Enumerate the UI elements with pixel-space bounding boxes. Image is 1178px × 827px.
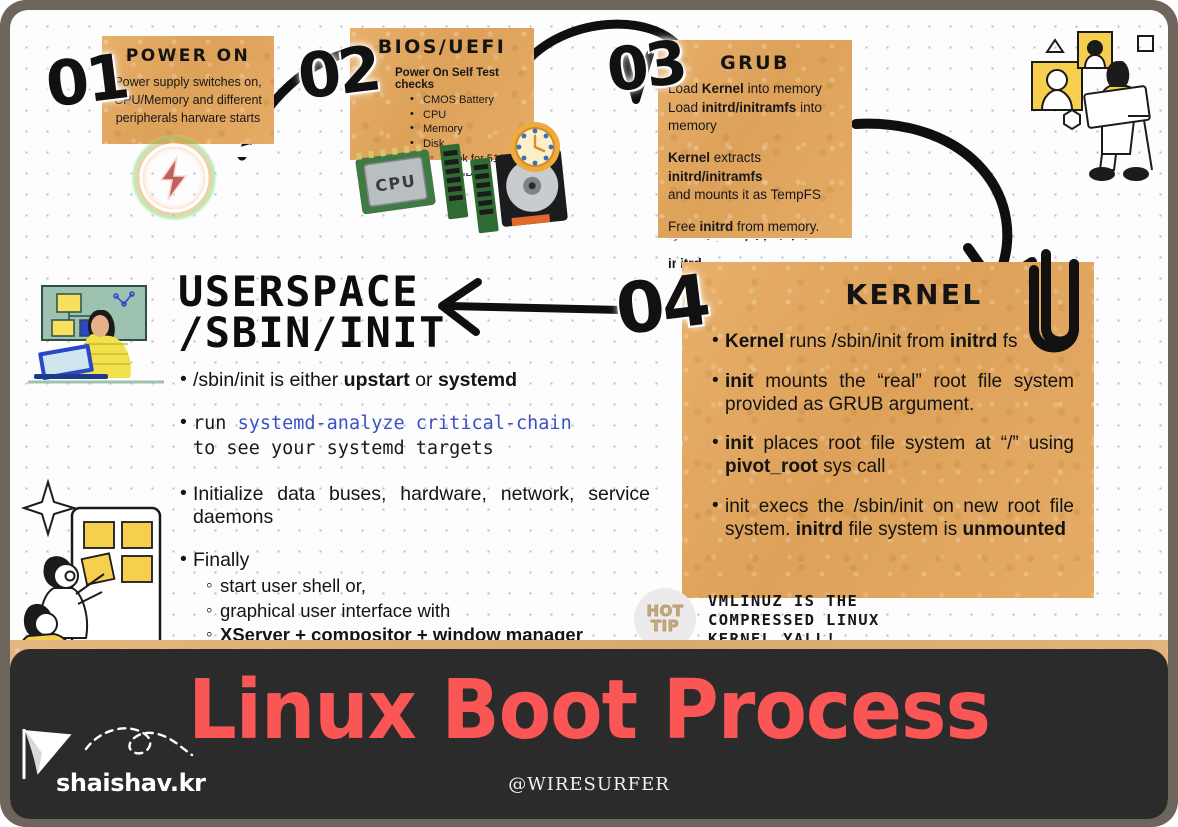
- list-item: /sbin/init is either upstart or systemd: [178, 368, 656, 393]
- userspace-b2-line2: to see your systemd targets: [193, 438, 494, 460]
- list-item: init execs the /sbin/init on new root fi…: [710, 495, 1074, 542]
- woman-at-laptop-illustration: [28, 285, 164, 384]
- bios-title: BIOS/UEFI: [377, 36, 507, 58]
- userspace-b2-command: systemd-analyze critical-chain: [237, 413, 572, 435]
- paperclip-icon: [1029, 249, 1079, 353]
- userspace-b1-systemd: systemd: [437, 369, 518, 392]
- poster-root: POWER ON Power supply switches on, CPU/M…: [0, 0, 1178, 827]
- grub-title: GRUB: [720, 52, 790, 74]
- kernel-bullet-list: Kernel runs /sbin/init from initrd fs in…: [710, 330, 1074, 542]
- list-item: init places root file system at “/” usin…: [710, 432, 1074, 479]
- brand-name: shaishav.kr: [56, 769, 206, 797]
- userspace-title-line-2: /SBIN/INIT: [178, 307, 446, 357]
- cpu-chip-icon: CPU: [355, 143, 436, 215]
- hot-tip-line-1: VMLINUZ IS THE: [708, 592, 859, 610]
- power-on-line-1: Power supply switches on,: [114, 75, 262, 89]
- list-item: CMOS Battery: [408, 92, 534, 108]
- grub-line-5: Free initrd from memory.: [668, 218, 820, 234]
- hot-tip-line-2: COMPRESSED LINUX: [708, 610, 880, 629]
- power-on-title: POWER ON: [125, 46, 251, 66]
- step-number-03: 03: [603, 27, 689, 107]
- list-item: init mounts the “real” root file system …: [710, 370, 1074, 417]
- video-call-illustration: [1031, 31, 1154, 181]
- list-item: Initialize data buses, hardware, network…: [178, 482, 656, 531]
- arrow-03-to-04: [851, 118, 1013, 283]
- clock-icon: [510, 122, 560, 172]
- userspace-b2-run: run: [193, 413, 238, 435]
- grub-line-4: and mounts it as TempFS: [668, 187, 821, 203]
- grub-body: Load Kernel into memory Load initrd/init…: [668, 80, 852, 274]
- power-on-line-3: peripherals harware starts: [115, 111, 261, 126]
- grub-line-2: Load initrd/initramfs into memory: [668, 99, 822, 134]
- userspace-sub-list: start user shell or, graphical user inte…: [204, 574, 656, 647]
- list-item: Kernel runs /sbin/init from initrd fs: [710, 330, 1074, 354]
- step-number-04: 04: [611, 258, 713, 352]
- power-on-line-2: CPU/Memory and different: [114, 93, 262, 108]
- grub-line-3: Kernel extracts initrd/initramfs: [668, 149, 763, 184]
- ram-stick-icon: [439, 143, 469, 220]
- card-grub: GRUB Load Kernel into memory Load initrd…: [658, 40, 852, 271]
- list-item: Finally: [178, 548, 656, 573]
- userspace-bullet-list: /sbin/init is either upstart or systemd …: [178, 368, 656, 573]
- step-number-02: 02: [293, 31, 383, 114]
- userspace-title-line-1: USERSPACE: [178, 267, 420, 316]
- squiggle-decoration: [84, 727, 194, 757]
- grub-line-1: Load Kernel into memory: [668, 81, 822, 96]
- userspace-block: USERSPACE /SBIN/INIT /sbin/init is eithe…: [178, 267, 656, 649]
- step-number-01: 01: [41, 39, 131, 122]
- list-item: run systemd-analyze critical-chain to se…: [178, 411, 656, 460]
- list-item: graphical user interface with: [204, 599, 656, 623]
- list-item: start user shell or,: [204, 574, 656, 598]
- bios-heading: Power On Self Test checks: [395, 67, 499, 91]
- footer-bar: Linux Boot Process @WIRESURFER shaishav.…: [10, 649, 1168, 819]
- hot-tip-badge-line-2: TIP: [650, 617, 680, 635]
- userspace-b1-upstart: upstart: [343, 369, 410, 392]
- lightning-bolt-icon: [130, 134, 218, 222]
- userspace-b1-mid: or: [409, 369, 438, 392]
- userspace-title: USERSPACE /SBIN/INIT: [178, 267, 656, 357]
- userspace-b1-pre: /sbin/init is either: [193, 369, 344, 392]
